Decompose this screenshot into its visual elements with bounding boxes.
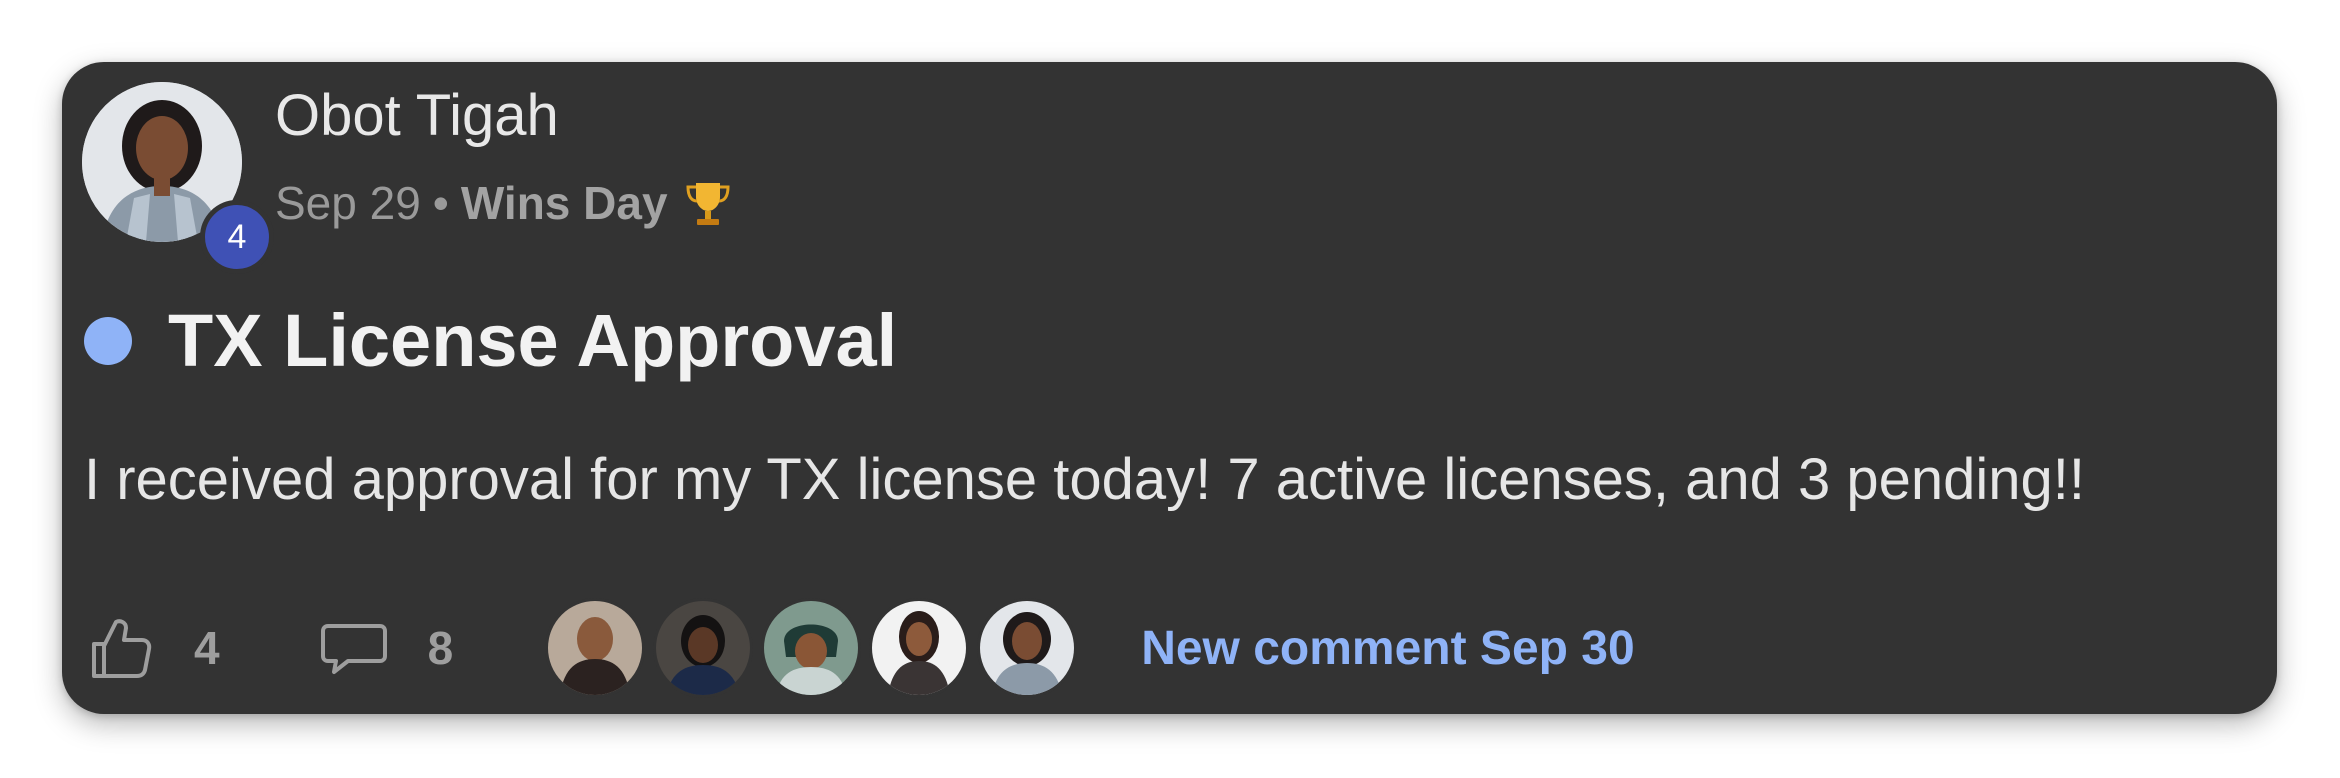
last-comment-link[interactable]: New comment Sep 30: [1141, 621, 1635, 676]
unread-indicator: [84, 316, 132, 365]
commenter-avatars[interactable]: [545, 598, 1085, 698]
post-date[interactable]: Sep 29: [275, 176, 421, 230]
comment-bubble-icon: [320, 624, 387, 674]
author-name[interactable]: Obot Tigah: [275, 82, 559, 149]
commenter-avatar[interactable]: [869, 598, 970, 698]
thumbs-up-icon: [92, 619, 152, 678]
comment-count: 8: [427, 622, 454, 674]
title-row[interactable]: TX License Approval: [84, 298, 897, 383]
post-footer: 4 8 New comment Sep 30: [84, 598, 1635, 698]
post-meta: Sep 29 • Wins Day: [275, 176, 734, 230]
commenter-avatar[interactable]: [653, 598, 754, 698]
post-body: I received approval for my TX license to…: [84, 447, 2086, 512]
comment-button[interactable]: 8: [318, 612, 454, 684]
post-title[interactable]: TX License Approval: [168, 298, 897, 383]
post-category[interactable]: Wins Day: [461, 176, 668, 230]
like-button[interactable]: 4: [84, 612, 220, 684]
level-badge: 4: [200, 200, 274, 274]
commenter-avatar[interactable]: [545, 598, 646, 698]
post-card[interactable]: 4 Obot Tigah Sep 29 • Wins Day TX Licens…: [62, 62, 2277, 714]
commenter-avatar[interactable]: [977, 598, 1078, 698]
meta-separator: •: [432, 177, 449, 229]
author-avatar-wrapper[interactable]: 4: [82, 82, 274, 274]
like-count: 4: [194, 622, 220, 674]
trophy-icon: [682, 177, 734, 229]
commenter-avatar[interactable]: [761, 598, 862, 698]
